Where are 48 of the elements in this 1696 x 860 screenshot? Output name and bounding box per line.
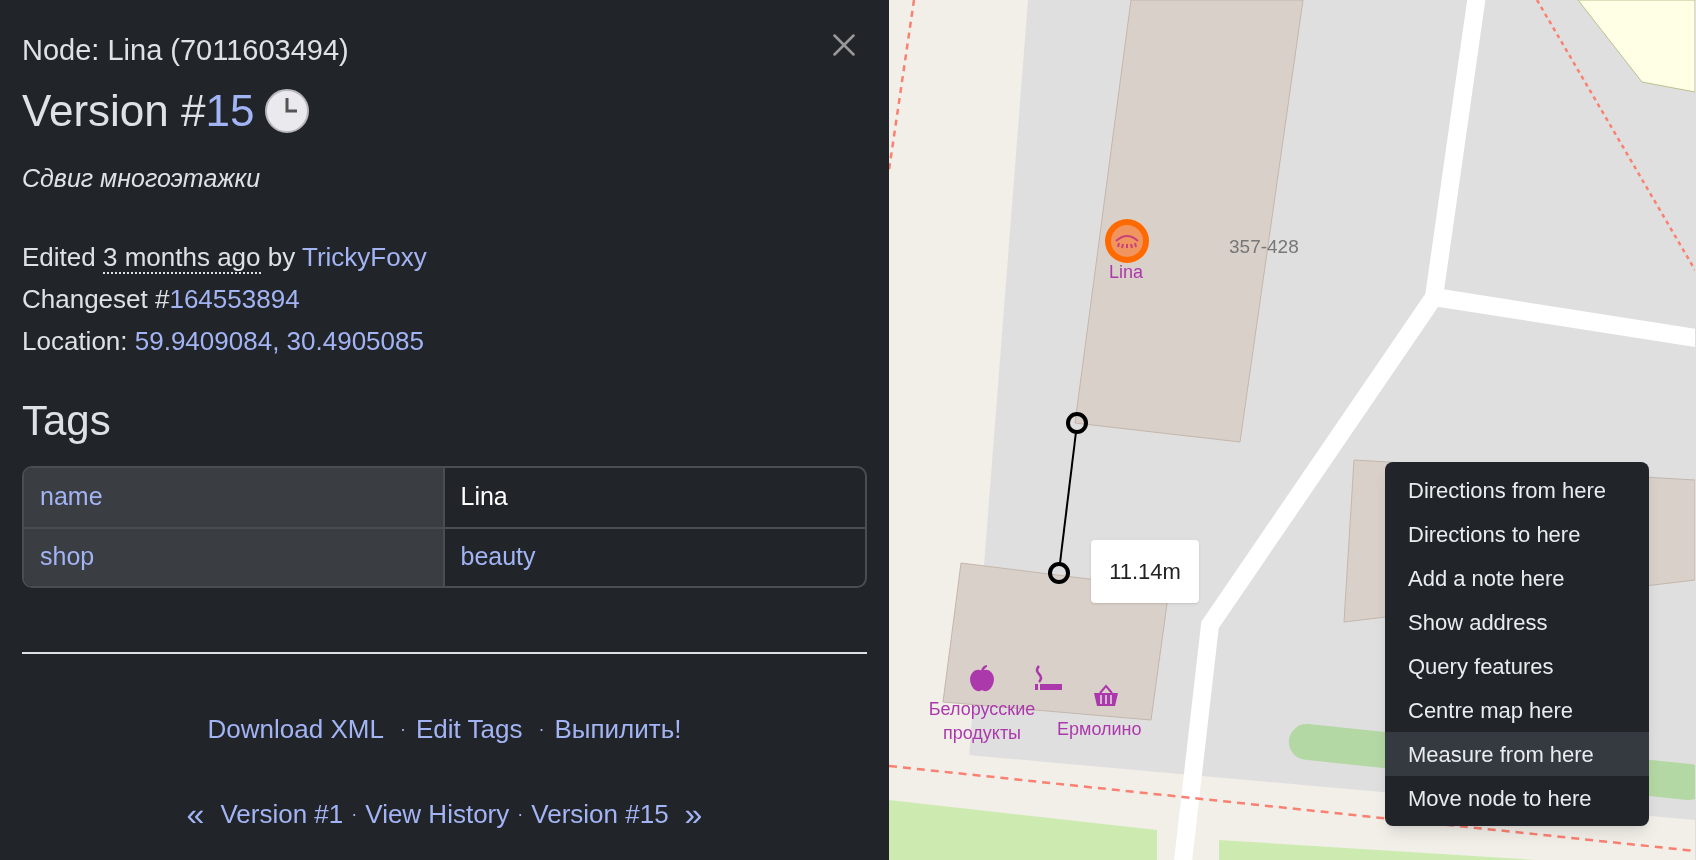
location-line: Location: 59.9409084, 30.4905085	[22, 324, 425, 358]
nav-arrow[interactable]: «	[186, 798, 205, 830]
menu-item[interactable]: Show address	[1385, 600, 1649, 644]
basket-icon	[1092, 684, 1120, 708]
node-title: Node: Lina (7011603494)	[22, 33, 349, 68]
version-heading: Version #15	[22, 85, 255, 137]
location-link[interactable]: 59.9409084, 30.4905085	[134, 325, 424, 356]
separator-dot: ·	[399, 717, 406, 741]
house-number: 357-428	[1229, 235, 1299, 259]
distance-tooltip: 11.14m	[1091, 540, 1199, 603]
shop-label: Белорусские продукты	[927, 698, 1037, 745]
action-link[interactable]: Edit Tags	[415, 709, 523, 749]
menu-item[interactable]: Directions to here	[1385, 512, 1649, 556]
version-comment: Сдвиг многоэтажки	[22, 163, 262, 194]
separator-dot: ·	[517, 802, 524, 826]
tags-heading: Tags	[22, 395, 112, 446]
clock-icon	[264, 88, 311, 134]
menu-item[interactable]: Query features	[1385, 644, 1649, 688]
measure-point-icon	[1047, 561, 1071, 585]
tag-value-cell[interactable]: beauty	[444, 528, 865, 586]
nav-arrow[interactable]: »	[684, 798, 703, 830]
measure-point-icon	[1065, 411, 1089, 435]
version-nav-link[interactable]: Version #1	[220, 794, 344, 834]
menu-item[interactable]: Directions from here	[1385, 468, 1649, 512]
apple-icon	[969, 664, 995, 692]
edited-line: Edited 3 months ago by TrickyFoxy	[22, 240, 428, 276]
beauty-shop-icon	[1103, 217, 1151, 265]
version-nav-link[interactable]: View History	[365, 794, 510, 834]
tag-key-cell: shop	[24, 528, 445, 586]
poi-label: Lina	[1109, 261, 1144, 284]
version-nav-link[interactable]: Version #15	[531, 794, 669, 834]
user-link[interactable]: TrickyFoxy	[302, 241, 427, 272]
action-link[interactable]: Выпилить!	[554, 709, 682, 749]
cigarette-icon	[1033, 664, 1063, 692]
action-link[interactable]: Download XML	[207, 709, 384, 749]
edit-time: 3 months ago	[102, 241, 261, 274]
menu-item[interactable]: Measure from here	[1385, 732, 1649, 776]
changeset-line: Changeset #164553894	[22, 282, 301, 316]
version-link[interactable]: 15	[205, 86, 255, 135]
separator-dot: ·	[351, 802, 358, 826]
tag-key-cell: name	[24, 467, 445, 527]
menu-item[interactable]: Centre map here	[1385, 688, 1649, 732]
tag-value-cell-text: Lina	[459, 481, 509, 513]
separator-dot: ·	[538, 717, 545, 741]
shop-label: Ермолино	[1057, 718, 1142, 741]
changeset-link[interactable]: 164553894	[169, 283, 300, 314]
menu-item[interactable]: Add a note here	[1385, 556, 1649, 600]
menu-item[interactable]: Move node to here	[1385, 776, 1649, 820]
